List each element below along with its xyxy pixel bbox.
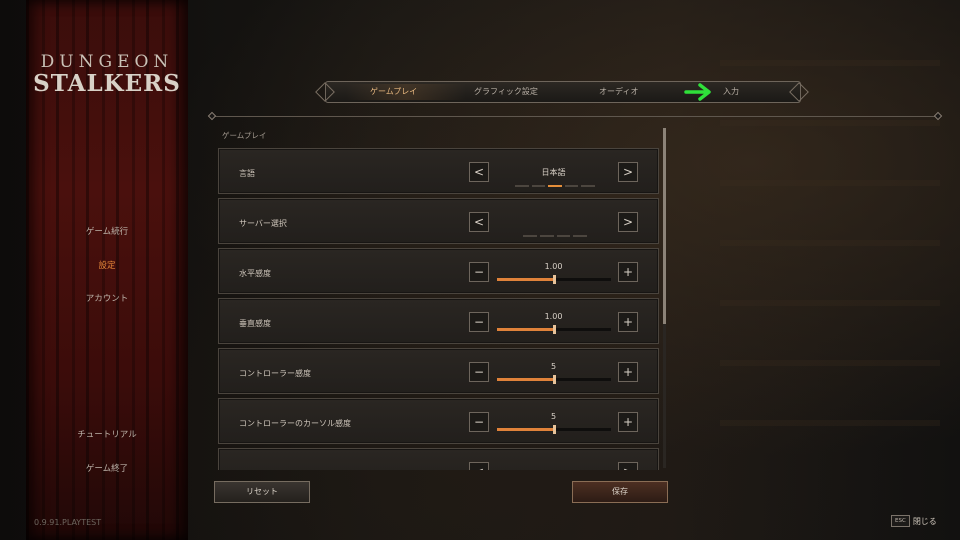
pager-dot [573,235,587,237]
setting-row-partial: < > [218,448,659,470]
version-label: 0.9.91.PLAYTEST [34,518,102,527]
sidebar-item-account[interactable]: アカウント [26,292,188,304]
setting-row-vertical-sensitivity: 垂直感度 − 1.00 + [218,298,659,344]
close-label[interactable]: 閉じる [913,516,937,527]
slider-value: 5 [550,412,557,421]
game-logo: DUNGEON STALKERS [26,52,188,97]
slider-track[interactable] [497,425,611,434]
setting-row-controller-cursor-sensitivity: コントローラーのカーソル感度 − 5 + [218,398,659,444]
setting-label: 垂直感度 [239,319,271,328]
slider-value: 1.00 [544,262,563,271]
minus-button[interactable]: − [469,362,489,382]
pager-dot [523,235,537,237]
pager-dot [564,185,579,187]
close-hint[interactable]: ESC 閉じる [891,515,937,527]
pager-dot [556,235,571,237]
sidebar-item-settings[interactable]: 設定 [26,259,188,271]
sidebar-item-tutorial[interactable]: チュートリアル [26,428,188,440]
slider-thumb[interactable] [553,375,556,384]
slider-value: 5 [550,362,557,371]
reset-button[interactable]: リセット [214,481,310,503]
logo-line-1: DUNGEON [40,52,174,72]
esc-key-icon: ESC [891,515,910,527]
arrow-icon [684,83,711,101]
slider-fill [497,278,554,281]
setting-label: 言語 [239,169,255,178]
prev-button[interactable]: < [469,162,489,182]
sidebar-item-quit[interactable]: ゲーム終了 [26,462,188,474]
logo-line-2: STALKERS [33,70,181,97]
setting-label: コントローラー感度 [239,369,311,378]
slider-track[interactable] [497,375,611,384]
option-pager [515,185,595,187]
plus-button[interactable]: + [618,362,638,382]
background-shelves [720,60,940,460]
option-pager [523,235,587,237]
slider-thumb[interactable] [553,325,556,334]
scrollbar-thumb[interactable] [663,128,666,324]
minus-button[interactable]: − [469,262,489,282]
minus-button[interactable]: − [469,312,489,332]
setting-row-controller-sensitivity: コントローラー感度 − 5 + [218,348,659,394]
next-button[interactable]: > [618,212,638,232]
setting-row-language: 言語 < 日本語 > [218,148,659,194]
slider-track[interactable] [497,275,611,284]
setting-value: 日本語 [541,168,566,177]
tab-gameplay[interactable]: ゲームプレイ [370,86,417,97]
slider-value: 1.00 [544,312,563,321]
setting-label: コントローラーのカーソル感度 [239,419,351,428]
section-title: ゲームプレイ [222,131,267,140]
pager-dot [515,185,529,187]
pager-dot-active [548,185,562,187]
pager-dot [531,185,546,187]
setting-row-horizontal-sensitivity: 水平感度 − 1.00 + [218,248,659,294]
tab-input[interactable]: 入力 [723,86,739,97]
next-button[interactable]: > [618,462,638,470]
plus-button[interactable]: + [618,412,638,432]
slider-thumb[interactable] [553,275,556,284]
slider-track[interactable] [497,325,611,334]
plus-button[interactable]: + [618,312,638,332]
slider-fill [497,328,554,331]
setting-label: 水平感度 [239,269,271,278]
tab-graphics[interactable]: グラフィック設定 [474,86,538,97]
slider-thumb[interactable] [553,425,556,434]
minus-button[interactable]: − [469,412,489,432]
pager-dot [539,235,554,237]
slider-fill [497,378,554,381]
setting-label: サーバー選択 [239,219,287,228]
setting-row-server: サーバー選択 < > [218,198,659,244]
header-divider [212,116,940,117]
next-button[interactable]: > [618,162,638,182]
settings-list[interactable]: 言語 < 日本語 > サーバー選択 < > 水平感度 − 1.00 + 垂直感度 [218,148,659,470]
pager-dot [581,185,595,187]
sidebar-item-continue[interactable]: ゲーム続行 [26,225,188,237]
tab-audio[interactable]: オーディオ [599,86,638,97]
plus-button[interactable]: + [618,262,638,282]
save-button[interactable]: 保存 [572,481,668,503]
prev-button[interactable]: < [469,462,489,470]
slider-fill [497,428,554,431]
settings-tab-bar: ゲームプレイ グラフィック設定 オーディオ 入力 [315,81,809,103]
prev-button[interactable]: < [469,212,489,232]
sidebar: DUNGEON STALKERS ゲーム続行 設定 アカウント チュートリアル … [26,0,188,540]
